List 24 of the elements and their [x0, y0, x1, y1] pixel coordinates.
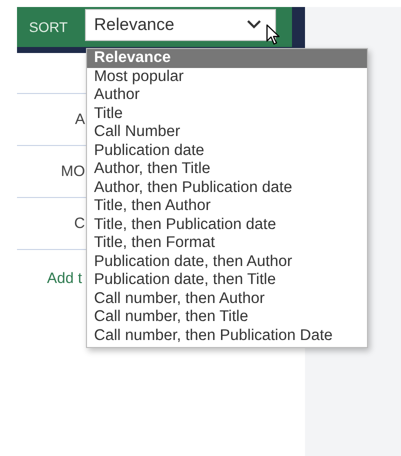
- sort-option[interactable]: Title, then Publication date: [87, 216, 367, 234]
- sort-option[interactable]: Title: [87, 104, 367, 123]
- sort-option[interactable]: Relevance: [87, 49, 367, 68]
- sort-option[interactable]: Author: [87, 86, 367, 104]
- sort-label: SORT: [29, 19, 69, 35]
- label-text: C: [74, 215, 85, 232]
- sort-option[interactable]: Call number, then Author: [87, 290, 367, 308]
- add-link[interactable]: Add t: [47, 270, 82, 286]
- sort-option[interactable]: Call Number: [87, 123, 367, 142]
- sort-option[interactable]: Publication date: [87, 142, 367, 160]
- sort-select[interactable]: Relevance: [85, 8, 276, 40]
- sort-option[interactable]: Most popular: [87, 68, 367, 86]
- sort-option[interactable]: Call number, then Publication Date: [87, 326, 367, 345]
- sort-option[interactable]: Title, then Author: [87, 197, 367, 216]
- pointer-cursor-icon: [266, 24, 280, 46]
- chevron-down-icon: [247, 20, 261, 29]
- sort-option[interactable]: Publication date, then Author: [87, 252, 367, 271]
- sort-option[interactable]: Publication date, then Title: [87, 271, 367, 290]
- label-text: MO: [60, 163, 85, 180]
- sort-option[interactable]: Title, then Format: [87, 234, 367, 252]
- label-text: A: [74, 111, 85, 128]
- sort-option[interactable]: Author, then Title: [87, 160, 367, 178]
- sort-option[interactable]: Call number, then Title: [87, 308, 367, 326]
- sort-option[interactable]: Author, then Publication date: [87, 178, 367, 197]
